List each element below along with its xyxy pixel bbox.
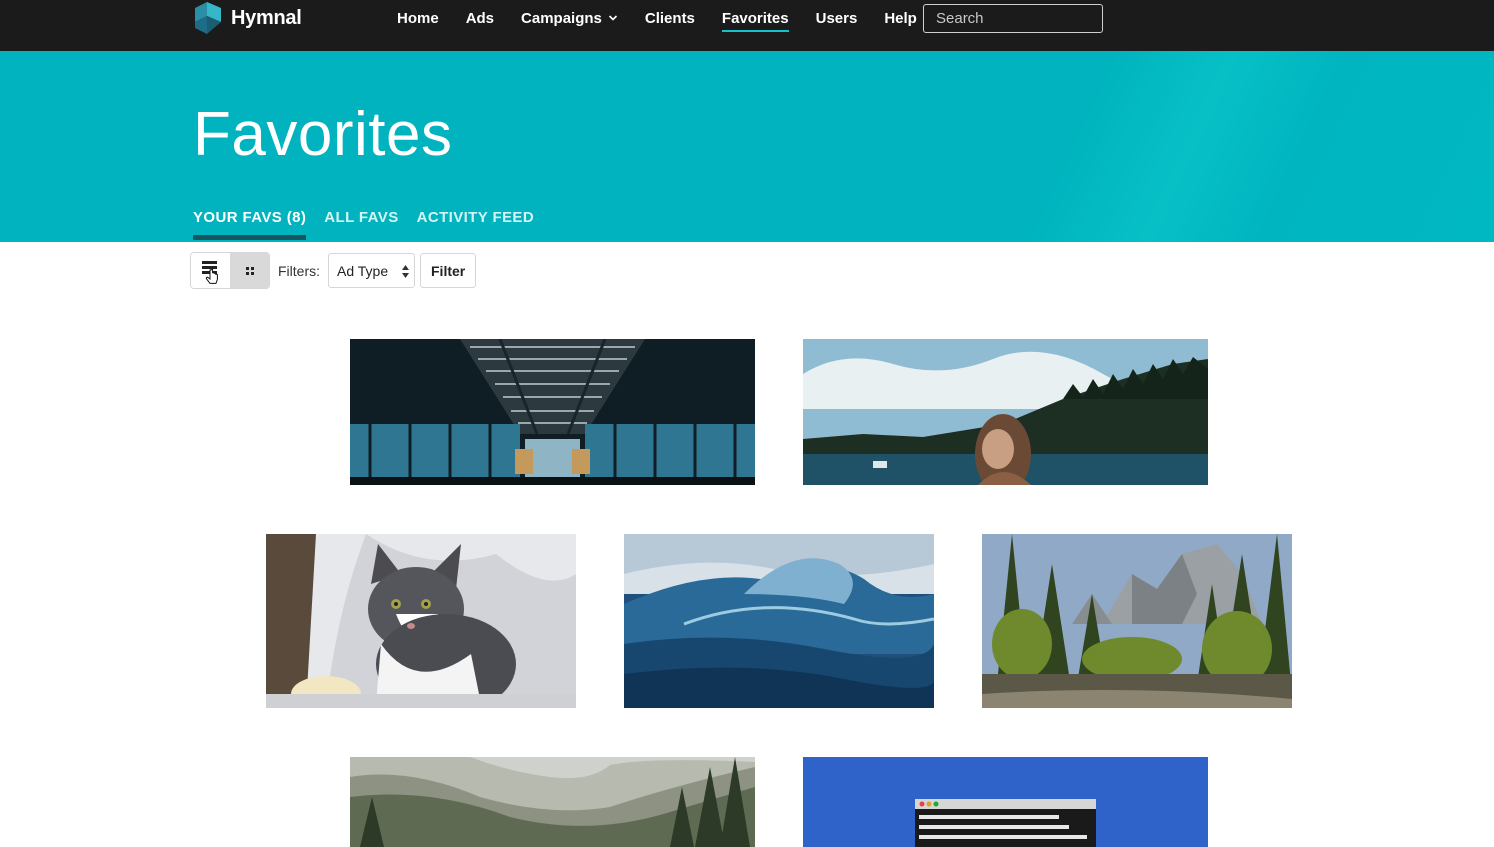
- favorite-card-wave[interactable]: [624, 534, 934, 708]
- favorite-card-terminal[interactable]: [803, 757, 1208, 847]
- favorites-tabs: YOUR FAVS (8) ALL FAVS ACTIVITY FEED: [193, 209, 552, 240]
- tab-activity-feed[interactable]: ACTIVITY FEED: [417, 209, 534, 239]
- filter-button[interactable]: Filter: [420, 253, 477, 288]
- nav-help[interactable]: Help: [884, 10, 917, 27]
- nav-clients[interactable]: Clients: [645, 10, 695, 27]
- favorite-card-cat[interactable]: [266, 534, 576, 708]
- hymnal-logo-icon: [195, 2, 221, 34]
- nav-home[interactable]: Home: [397, 10, 439, 27]
- chevron-down-icon: [608, 15, 617, 21]
- nav-campaigns[interactable]: Campaigns: [521, 10, 618, 27]
- forest-cliffs-image: [982, 534, 1292, 708]
- terminal-window-image: [803, 757, 1208, 847]
- page-header: Favorites YOUR FAVS (8) ALL FAVS ACTIVIT…: [0, 51, 1494, 242]
- view-toggle: [190, 252, 270, 289]
- ocean-wave-image: [624, 534, 934, 708]
- list-view-button[interactable]: [191, 253, 230, 288]
- search-input[interactable]: [923, 4, 1103, 33]
- favorite-card-train-station[interactable]: [350, 339, 755, 485]
- nav-favorites[interactable]: Favorites: [721, 10, 789, 32]
- main-nav: Home Ads Campaigns Clients Favorites Use…: [397, 0, 944, 36]
- page-title: Favorites: [193, 100, 453, 169]
- filters-label: Filters:: [278, 262, 320, 279]
- nav-users[interactable]: Users: [816, 10, 858, 27]
- select-arrows-icon: [402, 265, 409, 278]
- view-toolbar: Filters: Ad Type Filter: [190, 252, 477, 289]
- nav-campaigns-label: Campaigns: [521, 9, 602, 27]
- lake-woman-image: [803, 339, 1208, 485]
- misty-forest-image: [350, 757, 755, 847]
- list-view-icon: [201, 260, 218, 284]
- nav-ads[interactable]: Ads: [466, 10, 494, 27]
- grid-view-button[interactable]: [230, 253, 269, 288]
- favorite-card-lake-woman[interactable]: [803, 339, 1208, 485]
- logo[interactable]: Hymnal: [193, 0, 302, 36]
- top-navbar: Hymnal Home Ads Campaigns Clients Favori…: [0, 0, 1494, 51]
- grid-view-icon: [245, 266, 254, 275]
- ad-type-select[interactable]: Ad Type: [328, 253, 415, 288]
- cat-image: [266, 534, 576, 708]
- train-station-image: [350, 339, 755, 485]
- favorite-card-forest-cliffs[interactable]: [982, 534, 1292, 708]
- tab-all-favs[interactable]: ALL FAVS: [324, 209, 398, 239]
- favorite-card-misty-forest[interactable]: [350, 757, 755, 847]
- ad-type-value: Ad Type: [337, 262, 389, 279]
- tab-your-favs[interactable]: YOUR FAVS (8): [193, 209, 307, 240]
- logo-text: Hymnal: [231, 6, 302, 29]
